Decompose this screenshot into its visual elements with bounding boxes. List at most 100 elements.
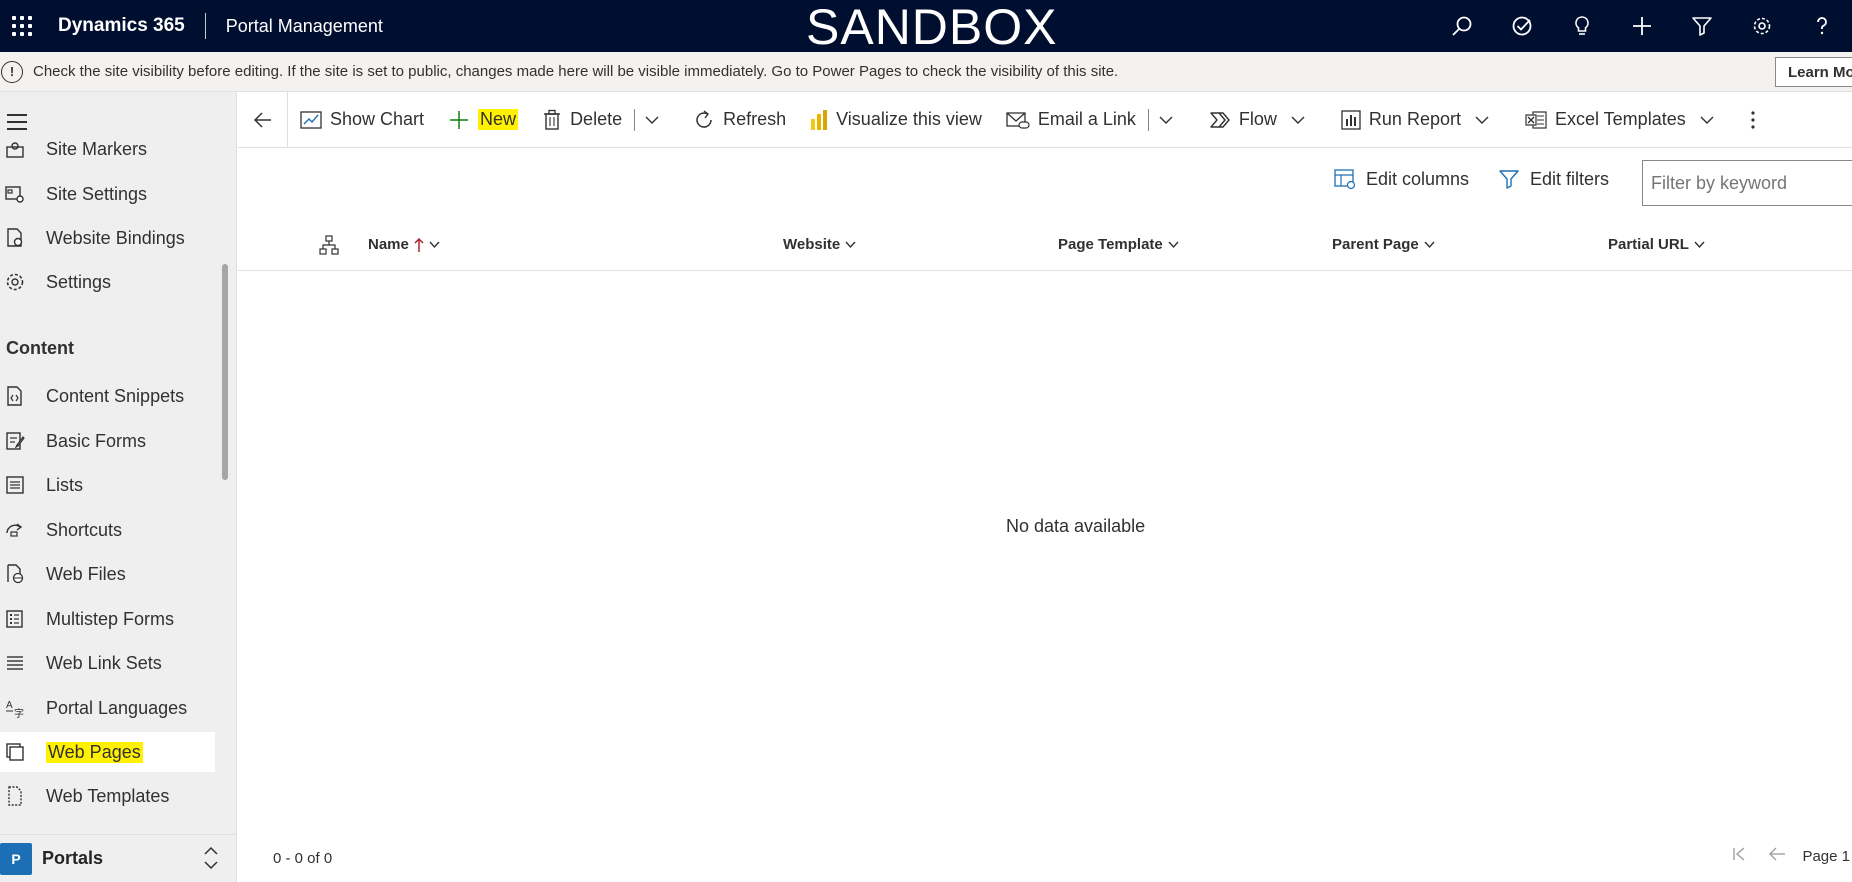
page-indicator: Page 1 [1802,847,1850,865]
chevron-down-icon [1694,241,1705,248]
excel-templates-button[interactable]: Excel Templates [1513,92,1690,148]
website-bindings-icon [4,227,26,249]
previous-page-button[interactable] [1768,846,1786,866]
sidebar-item-basic-forms[interactable]: Basic Forms [0,421,215,461]
basic-forms-icon [4,430,26,452]
first-page-button[interactable] [1732,846,1748,866]
chevron-down-icon [1159,116,1173,124]
sidebar-item-settings[interactable]: Settings [0,262,215,302]
sidebar-scrollbar[interactable] [222,264,228,480]
help-button[interactable] [1792,0,1852,52]
flow-button[interactable]: Flow [1197,92,1281,148]
chevron-down-icon [1700,116,1714,124]
email-more-dropdown[interactable] [1149,92,1197,148]
web-files-icon [4,563,26,585]
column-header-parent-page[interactable]: Parent Page [1332,218,1435,271]
delete-button[interactable]: Delete [530,92,634,148]
empty-grid-message: No data available [1006,516,1146,536]
column-header-partial-url[interactable]: Partial URL [1608,218,1705,271]
site-visibility-notice: ! Check the site visibility before editi… [0,52,1852,92]
sidebar: Site Markers Site Settings Website Bindi… [0,92,237,882]
sidebar-group-content: Content [6,338,74,358]
plus-icon [450,110,469,129]
flow-dropdown[interactable] [1281,92,1329,148]
run-report-button[interactable]: Run Report [1329,92,1465,148]
edit-filters-button[interactable]: Edit filters [1498,168,1609,190]
column-header-name[interactable]: Name [368,218,440,271]
svg-text:字: 字 [14,707,24,718]
advanced-find-button[interactable] [1672,0,1732,52]
email-link-button[interactable]: Email a Link [994,92,1148,148]
column-header-website[interactable]: Website [783,218,856,271]
flow-icon [1210,111,1230,128]
shortcut-icon [4,519,26,541]
idea-button[interactable] [1552,0,1612,52]
area-switcher[interactable]: P Portals [0,834,236,882]
environment-label: SANDBOX [806,0,1058,55]
new-button[interactable]: New [436,92,530,148]
title-divider [204,13,206,39]
back-button[interactable] [238,91,288,148]
show-chart-button[interactable]: Show Chart [288,92,436,148]
sidebar-item-web-link-sets[interactable]: Web Link Sets [0,643,215,683]
sidebar-item-content-snippets[interactable]: Content Snippets [0,376,215,416]
info-icon: ! [1,60,23,83]
hierarchy-button[interactable] [314,218,339,271]
content-snippets-icon [4,385,26,407]
sidebar-item-web-files[interactable]: Web Files [0,554,215,594]
chevron-up-down-icon [204,846,218,870]
gear-icon [4,271,26,293]
grid-header: Name Website Page Template Parent Page P… [238,218,1852,271]
delete-more-dropdown[interactable] [635,92,669,148]
settings-button[interactable] [1732,0,1792,52]
sidebar-item-multistep-forms[interactable]: Multistep Forms [0,599,215,639]
more-commands-button[interactable] [1740,92,1766,148]
plus-icon [1633,17,1651,35]
sort-ascending-icon [414,237,424,252]
column-header-page-template[interactable]: Page Template [1058,218,1179,271]
arrow-left-icon [1769,847,1786,861]
language-icon: A字 [4,697,26,719]
filter-icon [1692,17,1712,36]
notice-text: Check the site visibility before editing… [33,63,1119,80]
sidebar-item-lists[interactable]: Lists [0,465,215,505]
top-icons [1432,0,1852,52]
email-link-icon [1006,111,1030,129]
sidebar-item-website-bindings[interactable]: Website Bindings [0,218,215,258]
app-launcher-button[interactable] [4,0,40,52]
chevron-down-icon [645,116,659,124]
sidebar-item-portal-languages[interactable]: A字 Portal Languages [0,688,215,728]
filter-icon [1499,170,1519,189]
sidebar-item-shortcuts[interactable]: Shortcuts [0,510,215,550]
sidebar-item-web-templates[interactable]: Web Templates [0,776,215,816]
task-button[interactable] [1492,0,1552,52]
area-badge: P [0,842,32,875]
run-report-dropdown[interactable] [1465,92,1513,148]
app-module-name[interactable]: Portal Management [226,16,383,37]
sidebar-item-site-settings[interactable]: Site Settings [0,174,215,214]
chevron-down-icon [1168,241,1179,248]
list-icon [4,474,26,496]
waffle-icon [12,16,32,36]
app-name[interactable]: Dynamics 365 [58,15,185,37]
site-markers-icon [4,138,26,160]
edit-columns-button[interactable]: Edit columns [1334,168,1469,190]
web-pages-icon [4,741,26,763]
excel-icon [1525,110,1547,129]
filter-keyword-input[interactable] [1642,160,1852,206]
refresh-button[interactable]: Refresh [669,92,798,148]
visualize-view-button[interactable]: Visualize this view [798,92,994,148]
chevron-down-icon [1475,116,1489,124]
sidebar-item-web-pages[interactable]: Web Pages [0,732,215,772]
svg-text:A: A [6,700,13,711]
multistep-forms-icon [4,608,26,630]
search-button[interactable] [1432,0,1492,52]
record-count: 0 - 0 of 0 [273,850,333,867]
add-button[interactable] [1612,0,1672,52]
command-bar: Show Chart New Delete Refresh Visualize … [238,91,1852,148]
excel-templates-dropdown[interactable] [1690,92,1740,148]
sidebar-item-site-markers[interactable]: Site Markers [0,129,215,169]
refresh-icon [696,109,712,128]
learn-more-button[interactable]: Learn More [1775,57,1852,87]
top-bar: Dynamics 365 Portal Management SANDBOX [0,0,1852,55]
